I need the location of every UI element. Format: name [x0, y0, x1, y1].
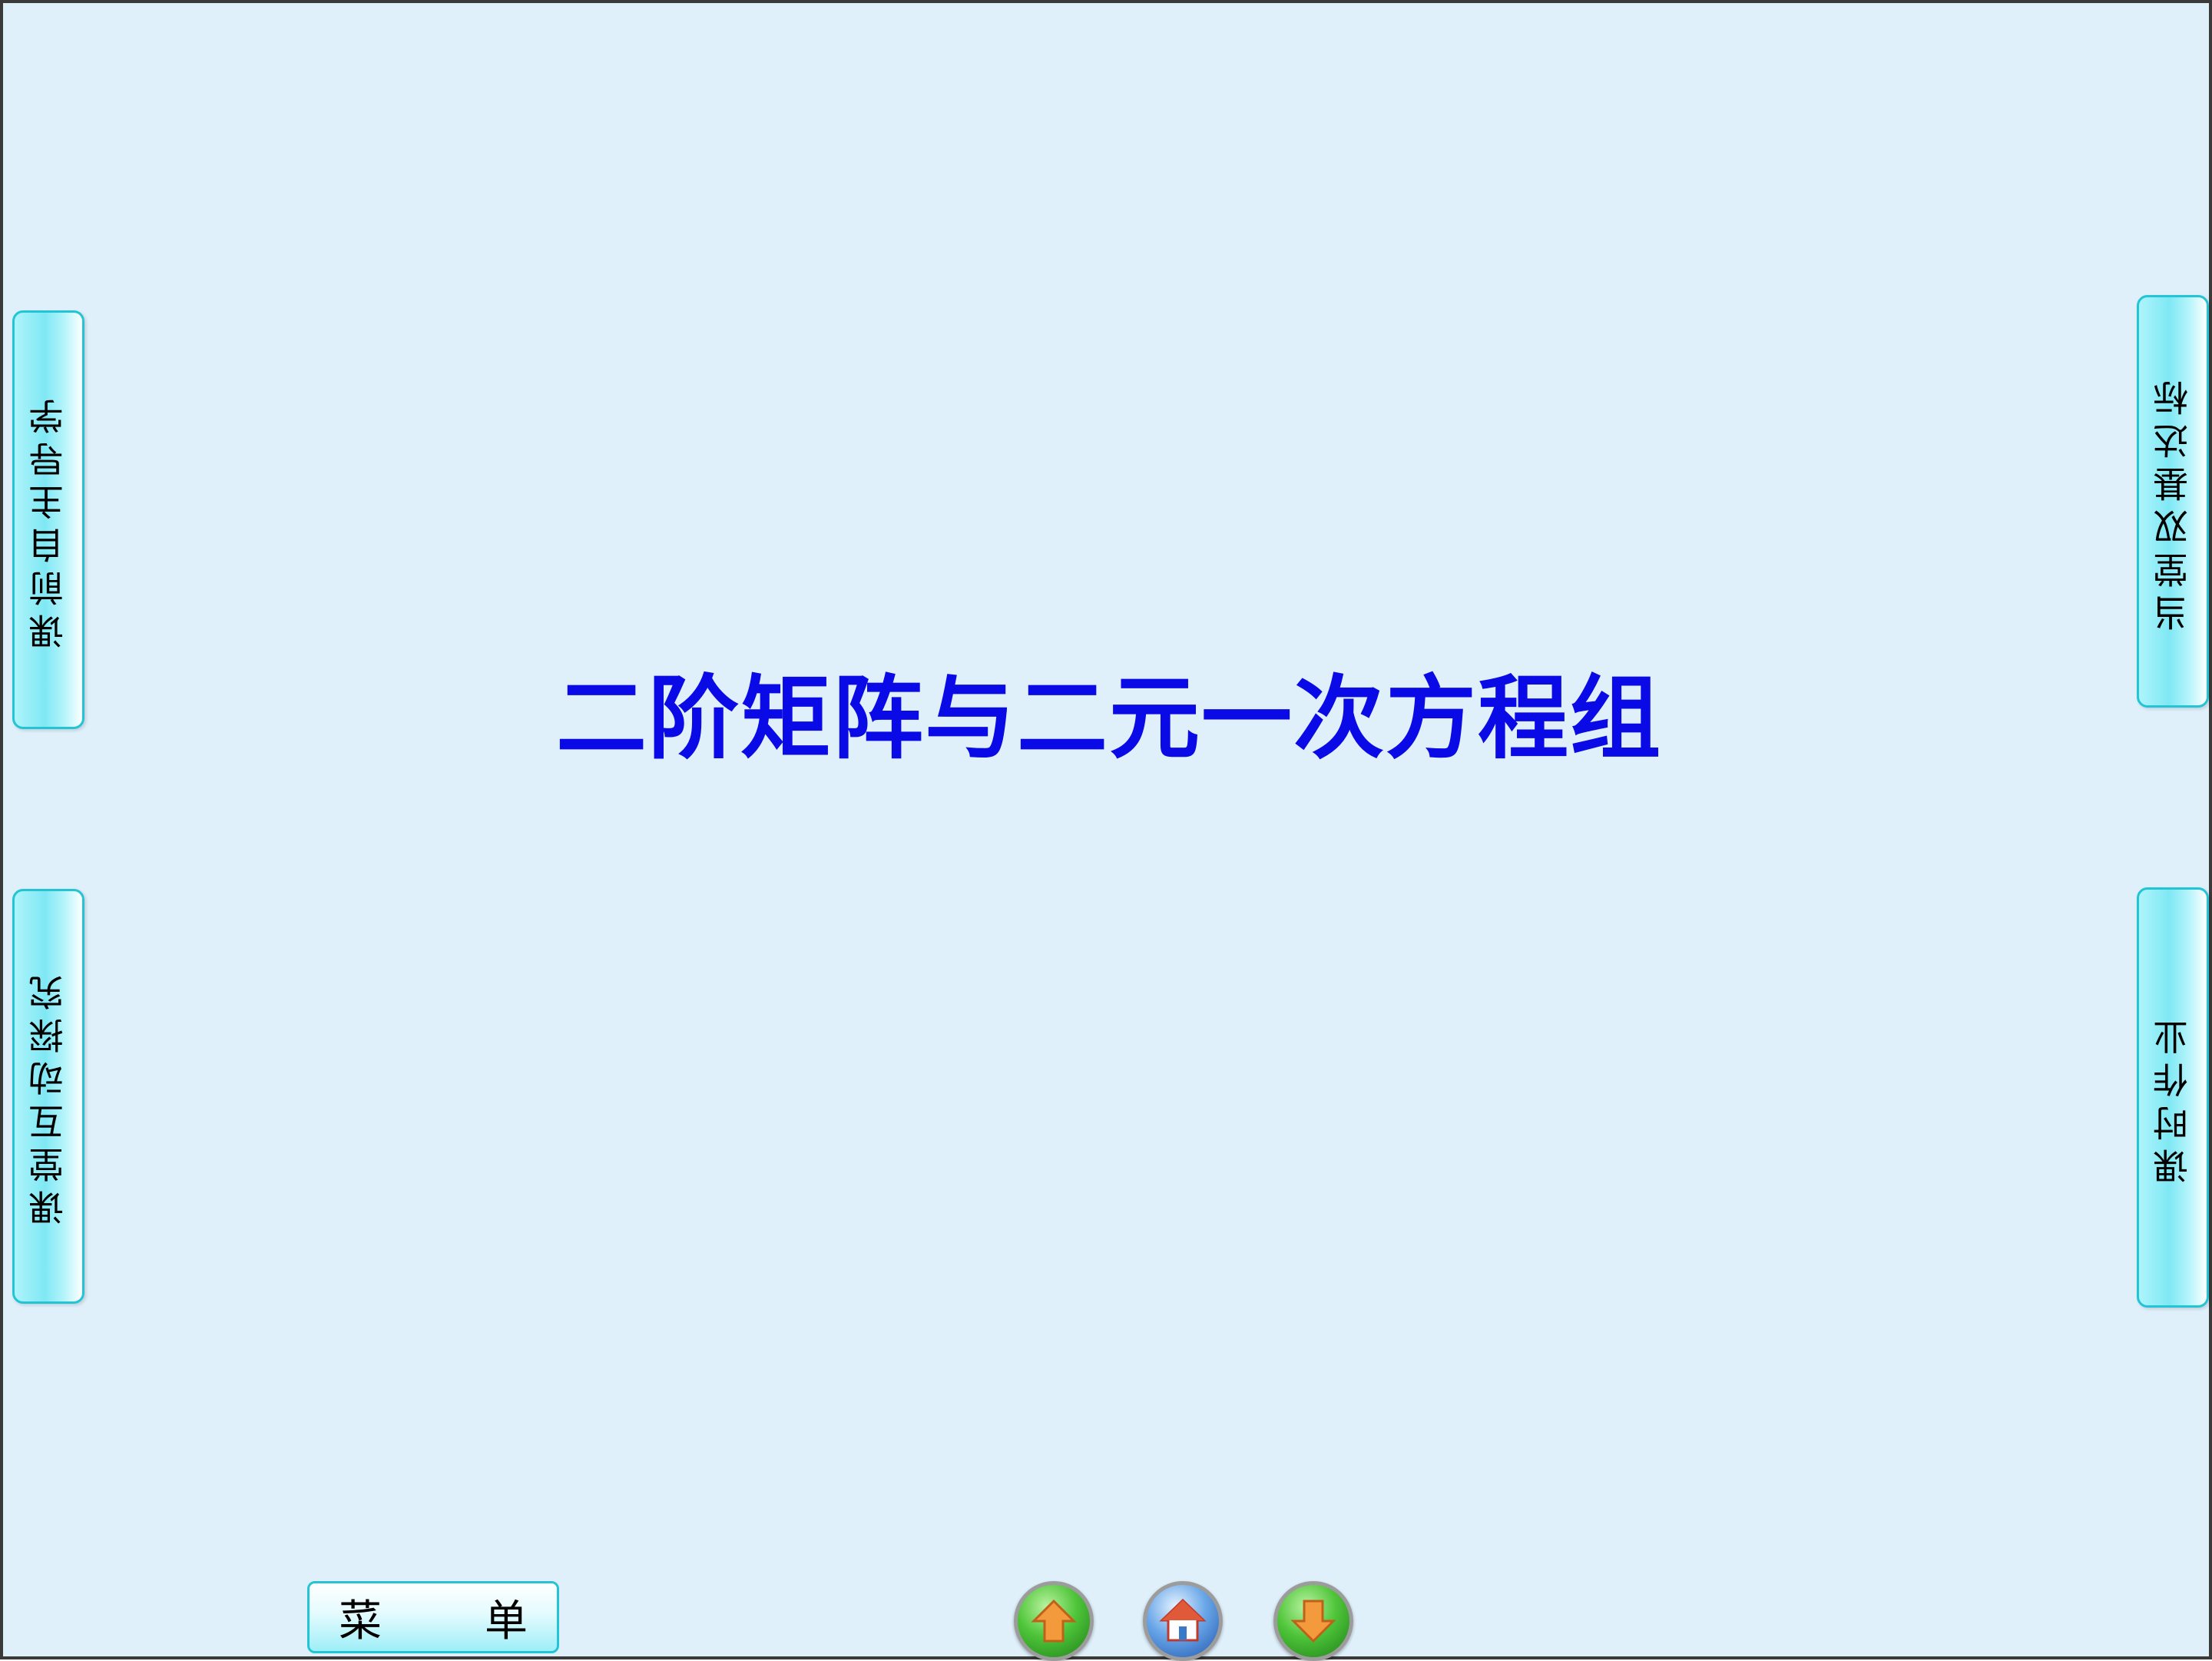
tab-pre-class-self-study[interactable]: 课前自主导学: [12, 310, 84, 729]
tab-label: 当堂双基达标: [2152, 372, 2194, 631]
menu-char-2: 单: [485, 1596, 528, 1646]
slide-title: 二阶矩阵与二元一次方程组: [555, 665, 1662, 771]
tab-in-class-interaction[interactable]: 课堂互动探究: [12, 889, 84, 1304]
slide-canvas: 课前自主导学 课堂互动探究 当堂双基达标 课时作业 二阶矩阵与二元一次方程组 菜…: [0, 0, 2212, 1661]
home-icon: [1159, 1598, 1207, 1642]
previous-button[interactable]: [1014, 1581, 1094, 1661]
tab-label: 课时作业: [2152, 1011, 2194, 1184]
home-button[interactable]: [1143, 1581, 1223, 1661]
menu-button[interactable]: 菜 单: [307, 1581, 559, 1653]
arrow-up-icon: [1031, 1599, 1077, 1643]
arrow-down-icon: [1290, 1600, 1336, 1643]
menu-char-1: 菜: [339, 1596, 382, 1646]
next-button[interactable]: [1273, 1581, 1353, 1661]
tab-label: 课前自主导学: [28, 390, 69, 649]
tab-label: 课堂互动探究: [28, 967, 69, 1225]
tab-in-class-basics[interactable]: 当堂双基达标: [2137, 295, 2209, 708]
tab-homework[interactable]: 课时作业: [2137, 887, 2209, 1308]
